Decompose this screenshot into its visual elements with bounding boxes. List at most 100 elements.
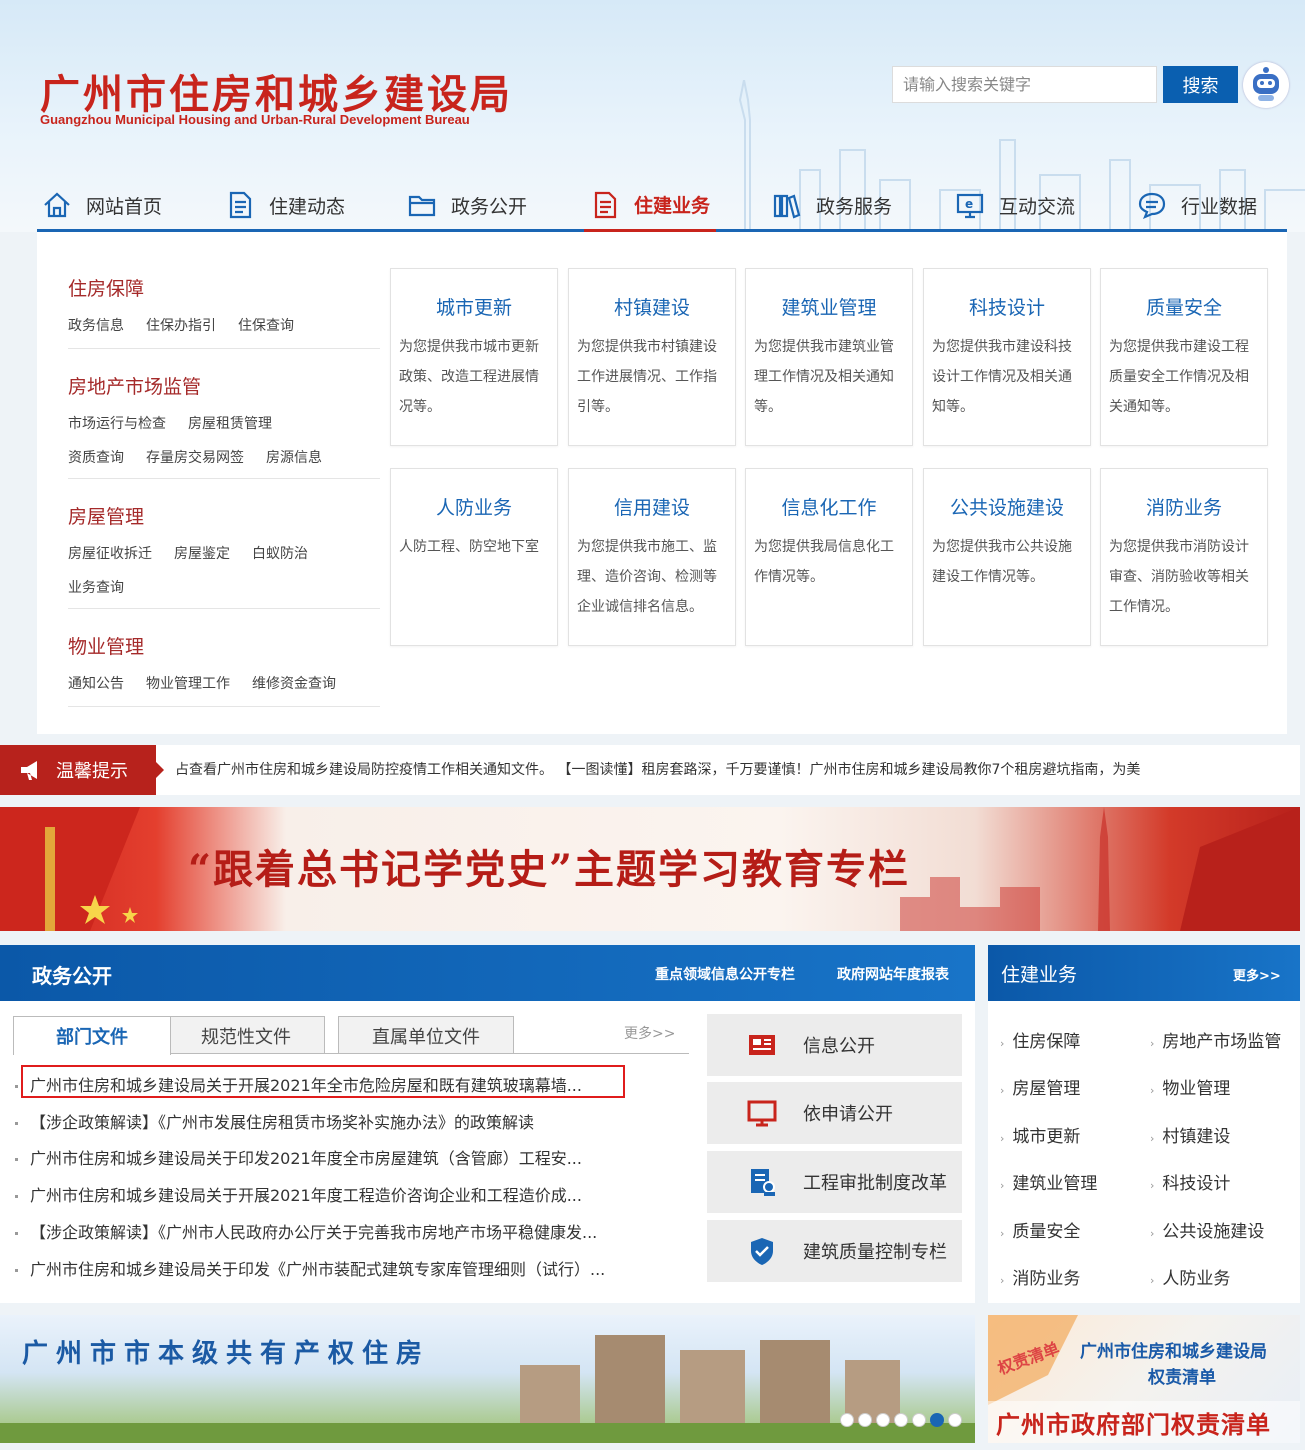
link-label: 村镇建设 [1162, 1127, 1231, 1147]
more-link[interactable]: 更多>> [624, 1023, 675, 1043]
notice-scroll-text[interactable]: 占查看广州市住房和城乡建设局防控疫情工作相关通知文件。 【一图读懂】租房套路深，… [175, 745, 1275, 795]
quick-approval-reform[interactable]: 工程审批制度改革 [707, 1151, 962, 1213]
business-link[interactable]: › 房屋管理 [1000, 1074, 1080, 1099]
category-title[interactable]: 房地产市场监管 [68, 372, 380, 399]
category-link[interactable]: 存量房交易网签 [146, 447, 244, 467]
chevron-right-icon: › [1150, 1179, 1155, 1192]
news-title: 【涉企政策解读】《广州市人民政府办公厅关于完善我市房地产市场平稳健康发... [30, 1223, 598, 1242]
notice-label: 温馨提示 [0, 745, 156, 795]
category-link[interactable]: 住保查询 [238, 315, 294, 335]
category-link[interactable]: 住保办指引 [146, 315, 216, 335]
category-link[interactable]: 业务查询 [68, 577, 124, 597]
section-title[interactable]: 政务公开 [32, 960, 112, 989]
tab-affiliated-docs[interactable]: 直属单位文件 [338, 1016, 514, 1054]
business-link[interactable]: › 村镇建设 [1150, 1122, 1230, 1147]
carousel-dot[interactable] [840, 1413, 854, 1427]
nav-service[interactable]: 政务服务 [772, 180, 892, 230]
carousel-dot[interactable] [876, 1413, 890, 1427]
business-link[interactable]: › 建筑业管理 [1000, 1169, 1097, 1194]
link-label: 住房保障 [1012, 1032, 1081, 1052]
nav-label: 行业数据 [1181, 195, 1258, 218]
business-card[interactable]: 人防业务 人防工程、防空地下室 [390, 468, 558, 646]
business-link[interactable]: › 城市更新 [1000, 1122, 1080, 1147]
news-item[interactable]: 广州市住房和城乡建设局关于印发2021年度全市房屋建筑（含管廊）工程安... [15, 1145, 655, 1169]
more-link[interactable]: 更多>> [1233, 965, 1281, 984]
nav-data[interactable]: 行业数据 [1137, 180, 1257, 230]
category-title[interactable]: 住房保障 [68, 274, 380, 301]
business-card[interactable]: 公共设施建设 为您提供我市公共设施建设工作情况等。 [923, 468, 1091, 646]
search-input[interactable] [892, 66, 1157, 103]
search-button[interactable]: 搜索 [1163, 66, 1238, 103]
business-card[interactable]: 消防业务 为您提供我市消防设计审查、消防验收等相关工作情况。 [1100, 468, 1268, 646]
category-link[interactable]: 白蚁防治 [252, 543, 308, 563]
rights-bureau: 广州市住房和城乡建设局 [1080, 1342, 1267, 1362]
bullet [15, 1122, 18, 1125]
link-label: 公共设施建设 [1162, 1222, 1265, 1242]
tab-dept-docs[interactable]: 部门文件 [13, 1016, 171, 1055]
business-link[interactable]: › 质量安全 [1000, 1217, 1080, 1242]
rights-list-banner[interactable]: 权责清单 广州市住房和城乡建设局 权责清单 广州市政府部门权责清单 [988, 1315, 1300, 1443]
robot-assistant-icon[interactable] [1243, 62, 1289, 108]
carousel-dot-active[interactable] [930, 1413, 944, 1427]
business-link[interactable]: › 房地产市场监管 [1150, 1027, 1281, 1052]
carousel-dot[interactable] [948, 1413, 962, 1427]
link-label: 质量安全 [1012, 1222, 1081, 1242]
quick-info-open[interactable]: 信息公开 [707, 1014, 962, 1076]
nav-interaction[interactable]: e 互动交流 [955, 180, 1075, 230]
category-link[interactable]: 房屋租赁管理 [188, 413, 272, 433]
category-link[interactable]: 房屋征收拆迁 [68, 543, 152, 563]
carousel-dot[interactable] [894, 1413, 908, 1427]
business-card[interactable]: 村镇建设 为您提供我市村镇建设工作进展情况、工作指引等。 [568, 268, 736, 446]
tab-normative-docs[interactable]: 规范性文件 [167, 1016, 325, 1054]
category-link[interactable]: 政务信息 [68, 315, 124, 335]
news-item[interactable]: 【涉企政策解读】《广州市人民政府办公厅关于完善我市房地产市场平稳健康发... [15, 1219, 655, 1243]
category-title[interactable]: 物业管理 [68, 632, 380, 659]
business-card[interactable]: 城市更新 为您提供我市城市更新政策、改造工程进展情况等。 [390, 268, 558, 446]
category-link[interactable]: 物业管理工作 [146, 673, 230, 693]
category-link[interactable]: 房屋鉴定 [174, 543, 230, 563]
chevron-right-icon: › [1000, 1132, 1005, 1145]
carousel-dot[interactable] [858, 1413, 872, 1427]
business-card[interactable]: 信用建设 为您提供我市施工、监理、造价咨询、检测等企业诚信排名信息。 [568, 468, 736, 646]
category-link[interactable]: 市场运行与检查 [68, 413, 166, 433]
shared-property-housing-banner[interactable]: 广州市市本级共有产权住房 [0, 1315, 975, 1443]
key-areas-link[interactable]: 重点领域信息公开专栏 [655, 964, 795, 984]
quick-quality-control[interactable]: 建筑质量控制专栏 [707, 1220, 962, 1282]
business-card[interactable]: 信息化工作 为您提供我局信息化工作情况等。 [745, 468, 913, 646]
card-title: 公共设施建设 [949, 497, 1064, 519]
news-title: 【涉企政策解读】《广州市发展住房租赁市场奖补实施办法》的政策解读 [30, 1113, 535, 1132]
business-card[interactable]: 建筑业管理 为您提供我市建筑业管理工作情况及相关通知等。 [745, 268, 913, 446]
bullet [15, 1085, 18, 1088]
party-history-banner[interactable]: “跟着总书记学党史”主题学习教育专栏 [0, 807, 1300, 931]
nav-news[interactable]: 住建动态 [225, 180, 345, 230]
quick-apply-open[interactable]: 依申请公开 [707, 1082, 962, 1144]
business-link[interactable]: › 人防业务 [1150, 1264, 1230, 1289]
nav-label: 政务服务 [816, 195, 893, 218]
category-link[interactable]: 房源信息 [266, 447, 322, 467]
news-item[interactable]: 广州市住房和城乡建设局关于印发《广州市装配式建筑专家库管理细则（试行）... [15, 1256, 655, 1280]
divider [68, 478, 380, 479]
news-item[interactable]: 【涉企政策解读】《广州市发展住房租赁市场奖补实施办法》的政策解读 [15, 1109, 655, 1133]
business-card[interactable]: 科技设计 为您提供我市建设科技设计工作情况及相关通知等。 [923, 268, 1091, 446]
business-link[interactable]: › 科技设计 [1150, 1169, 1230, 1194]
bullet [15, 1158, 18, 1161]
annual-report-link[interactable]: 政府网站年度报表 [837, 964, 949, 984]
business-link[interactable]: › 消防业务 [1000, 1264, 1080, 1289]
category-title[interactable]: 房屋管理 [68, 502, 380, 529]
nav-home[interactable]: 网站首页 [42, 180, 162, 230]
nav-gov-open[interactable]: 政务公开 [407, 180, 527, 230]
news-item[interactable]: 广州市住房和城乡建设局关于开展2021年度工程造价咨询企业和工程造价成... [15, 1182, 655, 1206]
chevron-right-icon: › [1150, 1084, 1155, 1097]
category-link[interactable]: 通知公告 [68, 673, 124, 693]
business-link[interactable]: › 物业管理 [1150, 1074, 1230, 1099]
carousel-dot[interactable] [912, 1413, 926, 1427]
nav-business[interactable]: 住建业务 [584, 180, 717, 232]
category-link[interactable]: 资质查询 [68, 447, 124, 467]
business-card[interactable]: 质量安全 为您提供我市建设工程质量安全工作情况及相关通知等。 [1100, 268, 1268, 446]
news-title: 广州市住房和城乡建设局关于印发《广州市装配式建筑专家库管理细则（试行）... [30, 1260, 606, 1279]
business-link[interactable]: › 公共设施建设 [1150, 1217, 1264, 1242]
section-header: 住建业务 更多>> [988, 945, 1300, 1001]
section-title[interactable]: 住建业务 [1001, 960, 1077, 987]
business-link[interactable]: › 住房保障 [1000, 1027, 1080, 1052]
category-link[interactable]: 维修资金查询 [252, 673, 336, 693]
